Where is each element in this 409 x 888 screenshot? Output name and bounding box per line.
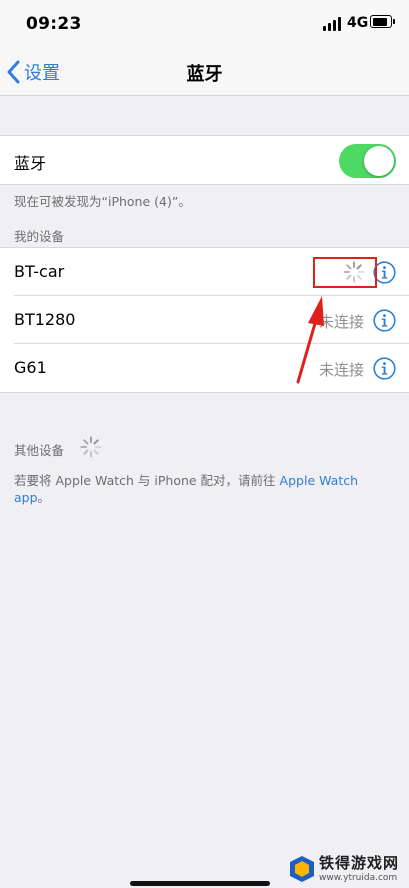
connection-status: 未连接 xyxy=(318,361,364,379)
status-bar: 09:23 4G xyxy=(0,0,409,48)
info-icon[interactable] xyxy=(373,309,396,332)
bluetooth-label: 蓝牙 xyxy=(14,154,47,173)
network-type: 4G xyxy=(347,15,369,31)
bluetooth-row: 蓝牙 xyxy=(0,136,409,184)
apple-watch-app-link[interactable]: Apple Watch xyxy=(280,473,358,488)
watermark-title: 铁得游戏网 xyxy=(319,854,400,872)
device-row-bt1280[interactable]: BT1280 未连接 xyxy=(0,296,409,344)
bluetooth-toggle[interactable] xyxy=(339,144,396,178)
page-title: 蓝牙 xyxy=(186,64,223,85)
watermark-url: www.ytruida.com xyxy=(319,873,398,883)
bluetooth-toggle-group: 蓝牙 xyxy=(0,135,409,185)
battery-icon xyxy=(370,15,395,28)
apple-watch-note: 若要将 Apple Watch 与 iPhone 配对，请前往 Apple Wa… xyxy=(14,472,394,506)
home-indicator xyxy=(130,881,270,886)
my-devices-header: 我的设备 xyxy=(14,229,65,244)
cellular-signal-icon xyxy=(323,17,343,31)
connection-status: 未连接 xyxy=(318,313,364,331)
watermark-logo-icon xyxy=(290,856,314,882)
apple-watch-app-link-cont[interactable]: app xyxy=(14,490,38,505)
annotation-highlight-box xyxy=(313,257,377,288)
watermark: 铁得游戏网 www.ytruida.com xyxy=(283,850,409,888)
searching-spinner-icon xyxy=(80,436,102,458)
toggle-knob xyxy=(364,146,394,176)
note-suffix: 。 xyxy=(37,490,51,505)
device-row-g61[interactable]: G61 未连接 xyxy=(0,344,409,392)
status-time: 09:23 xyxy=(26,14,82,34)
device-name: G61 xyxy=(14,358,47,377)
device-name: BT-car xyxy=(14,262,65,281)
discoverable-note: 现在可被发现为“iPhone (4)”。 xyxy=(14,194,191,209)
device-name: BT1280 xyxy=(14,310,76,329)
info-icon[interactable] xyxy=(373,357,396,380)
navigation-bar: 设置 蓝牙 xyxy=(0,48,409,96)
note-text: 若要将 Apple Watch 与 iPhone 配对，请前往 xyxy=(14,473,280,488)
other-devices-header: 其他设备 xyxy=(14,443,65,458)
